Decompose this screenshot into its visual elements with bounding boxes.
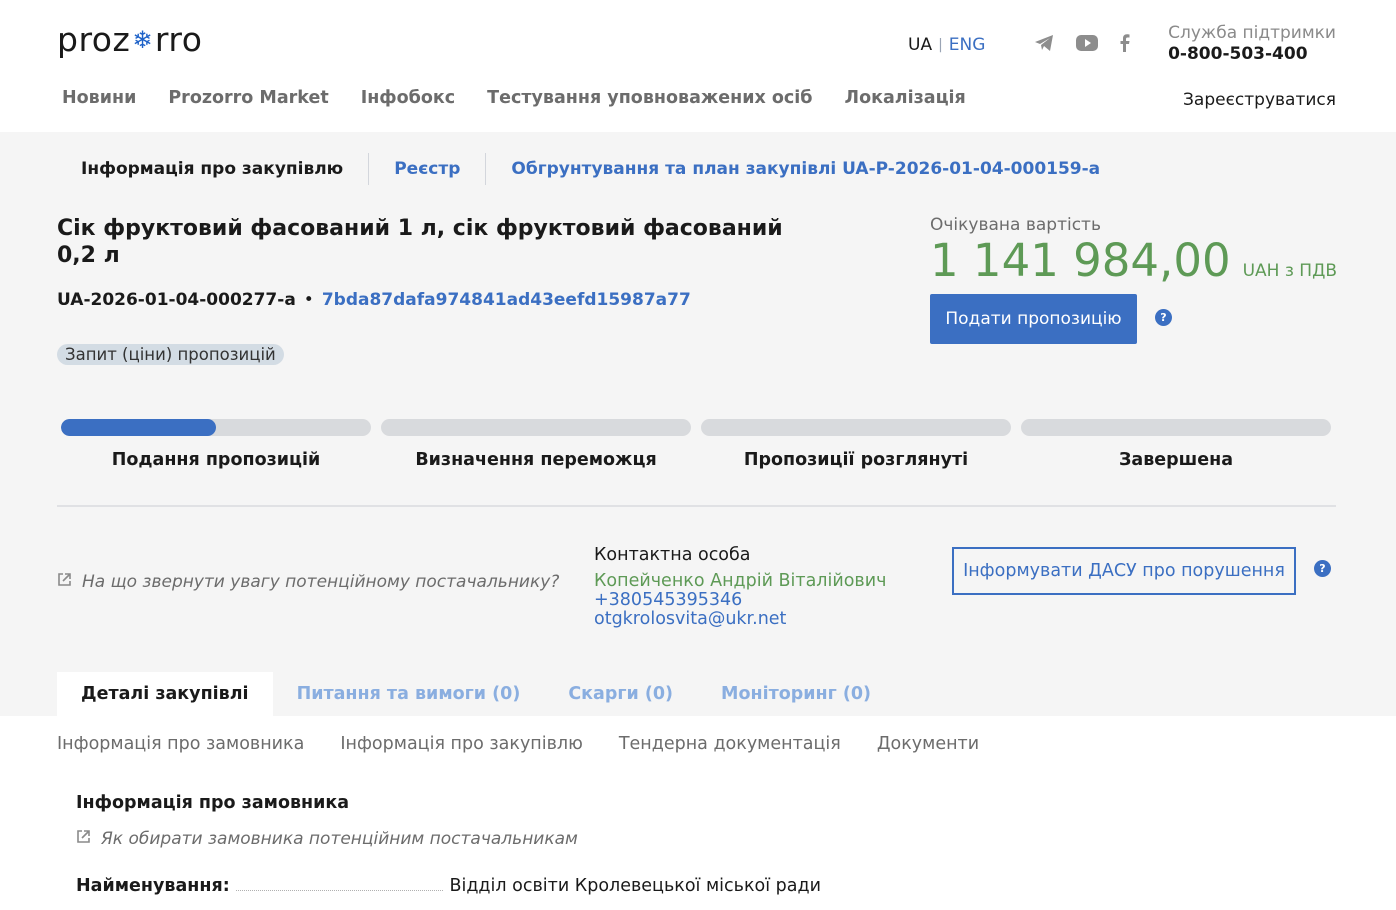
expected-value-block: Очікувана вартість 1 141 984,00 UAH з ПД… <box>930 215 1337 285</box>
stage-submission: Подання пропозицій <box>61 419 371 470</box>
lang-ua[interactable]: UA <box>908 35 932 55</box>
stage-label: Пропозиції розглянуті <box>743 450 969 470</box>
social-links <box>1034 34 1130 56</box>
expected-value-label: Очікувана вартість <box>930 215 1101 235</box>
logo-text-left: proz <box>57 20 131 59</box>
page-title: Сік фруктовий фасований 1 л, сік фруктов… <box>57 216 783 268</box>
field-leader <box>235 890 444 891</box>
amount-currency: UAH з ПДВ <box>1242 261 1338 281</box>
stage-bar <box>381 419 691 436</box>
stage-completed: Завершена <box>1021 419 1331 470</box>
submit-bid-button[interactable]: Подати пропозицію <box>930 294 1137 344</box>
stage-reviewed: Пропозиції розглянуті <box>701 419 1011 470</box>
stage-label: Подання пропозицій <box>111 450 321 470</box>
stage-label: Завершена <box>1118 450 1234 470</box>
stage-fill <box>61 419 216 436</box>
tab-questions[interactable]: Питання та вимоги (0) <box>273 672 545 716</box>
help-icon[interactable]: ? <box>1314 560 1331 577</box>
breadcrumb-plan[interactable]: Обгрунтування та план закупівлі UA-P-202… <box>486 153 1125 185</box>
support-block: Служба підтримки 0-800-503-400 <box>1168 23 1336 64</box>
customer-hint-text: Як обирати замовника потенційним постача… <box>101 829 578 849</box>
section-nav-tender[interactable]: Інформація про закупівлю <box>340 734 582 754</box>
divider <box>57 505 1336 507</box>
customer-name-row: Найменування: Відділ освіти Кролевецької… <box>76 876 821 896</box>
supplier-hint-text: На що звернути увагу потенційному постач… <box>82 572 560 592</box>
support-phone[interactable]: 0-800-503-400 <box>1168 44 1336 64</box>
site-header: proz ❄ rro UA | ENG Служба підтримки 0-8… <box>0 0 1396 132</box>
tender-ids: UA-2026-01-04-000277-a • 7bda87dafa97484… <box>57 290 691 310</box>
breadcrumb-registry[interactable]: Реєстр <box>369 153 487 185</box>
tender-id: UA-2026-01-04-000277-a <box>57 290 296 310</box>
field-value: Відділ освіти Кролевецької міської ради <box>449 876 821 896</box>
stage-bar <box>1021 419 1331 436</box>
contact-email[interactable]: otgkrolosvita@ukr.net <box>594 610 886 629</box>
section-nav-documents[interactable]: Документи <box>877 734 979 754</box>
stage-label: Визначення переможця <box>415 450 657 470</box>
contact-block: Контактна особа Копейченко Андрій Віталі… <box>594 545 886 629</box>
tab-monitoring[interactable]: Моніторинг (0) <box>697 672 895 716</box>
external-link-icon <box>57 572 72 592</box>
stage-winner: Визначення переможця <box>381 419 691 470</box>
status-badge: Запит (ціни) пропозицій <box>57 344 284 365</box>
field-key: Найменування: <box>76 876 230 896</box>
section-nav-documentation[interactable]: Тендерна документація <box>619 734 841 754</box>
customer-hint-link[interactable]: Як обирати замовника потенційним постача… <box>76 829 578 849</box>
breadcrumb: Інформація про закупівлю Реєстр Обгрунту… <box>57 153 1125 185</box>
lang-eng[interactable]: ENG <box>949 35 986 55</box>
main-nav: Новини Prozorro Market Інфобокс Тестуван… <box>62 88 966 108</box>
nav-item-infobox[interactable]: Інфобокс <box>361 88 455 108</box>
register-link[interactable]: Зареєструватися <box>1183 90 1336 110</box>
stage-bar <box>701 419 1011 436</box>
logo[interactable]: proz ❄ rro <box>57 20 202 59</box>
telegram-icon[interactable] <box>1034 34 1054 56</box>
nav-item-testing[interactable]: Тестування уповноважених осіб <box>487 88 812 108</box>
stage-bar <box>61 419 371 436</box>
section-title: Інформація про замовника <box>76 793 350 813</box>
language-switcher: UA | ENG <box>908 35 985 55</box>
help-icon[interactable]: ? <box>1155 309 1172 326</box>
id-separator: • <box>303 290 314 310</box>
tender-tabs: Деталі закупівлі Питання та вимоги (0) С… <box>57 672 895 716</box>
expected-amount: 1 141 984,00 UAH з ПДВ <box>930 237 1337 285</box>
lang-separator: | <box>938 37 943 53</box>
nav-item-market[interactable]: Prozorro Market <box>168 88 328 108</box>
tab-complaints[interactable]: Скарги (0) <box>544 672 697 716</box>
logo-text-right: rro <box>154 20 203 59</box>
youtube-icon[interactable] <box>1076 35 1098 55</box>
breadcrumb-tender-info[interactable]: Інформація про закупівлю <box>57 153 370 185</box>
nav-item-localization[interactable]: Локалізація <box>845 88 966 108</box>
section-nav-customer[interactable]: Інформація про замовника <box>57 734 304 754</box>
nav-item-news[interactable]: Новини <box>62 88 136 108</box>
support-label: Служба підтримки <box>1168 23 1336 43</box>
contact-label: Контактна особа <box>594 545 751 565</box>
contact-phone[interactable]: +380545395346 <box>594 591 886 610</box>
report-violation-button[interactable]: Інформувати ДАСУ про порушення <box>952 547 1296 595</box>
tender-stages: Подання пропозицій Визначення переможця … <box>61 419 1331 470</box>
facebook-icon[interactable] <box>1120 34 1130 56</box>
external-link-icon <box>76 829 91 849</box>
snowflake-icon: ❄ <box>132 25 153 54</box>
contact-name: Копейченко Андрій Віталійович <box>594 571 887 591</box>
tender-hash-link[interactable]: 7bda87dafa974841ad43eefd15987a77 <box>322 290 691 310</box>
tab-content: Інформація про замовника Інформація про … <box>0 716 1396 910</box>
supplier-hint-link[interactable]: На що звернути увагу потенційному постач… <box>57 572 559 592</box>
section-nav: Інформація про замовника Інформація про … <box>57 734 979 754</box>
amount-value: 1 141 984,00 <box>930 234 1231 287</box>
tab-details[interactable]: Деталі закупівлі <box>57 672 273 716</box>
